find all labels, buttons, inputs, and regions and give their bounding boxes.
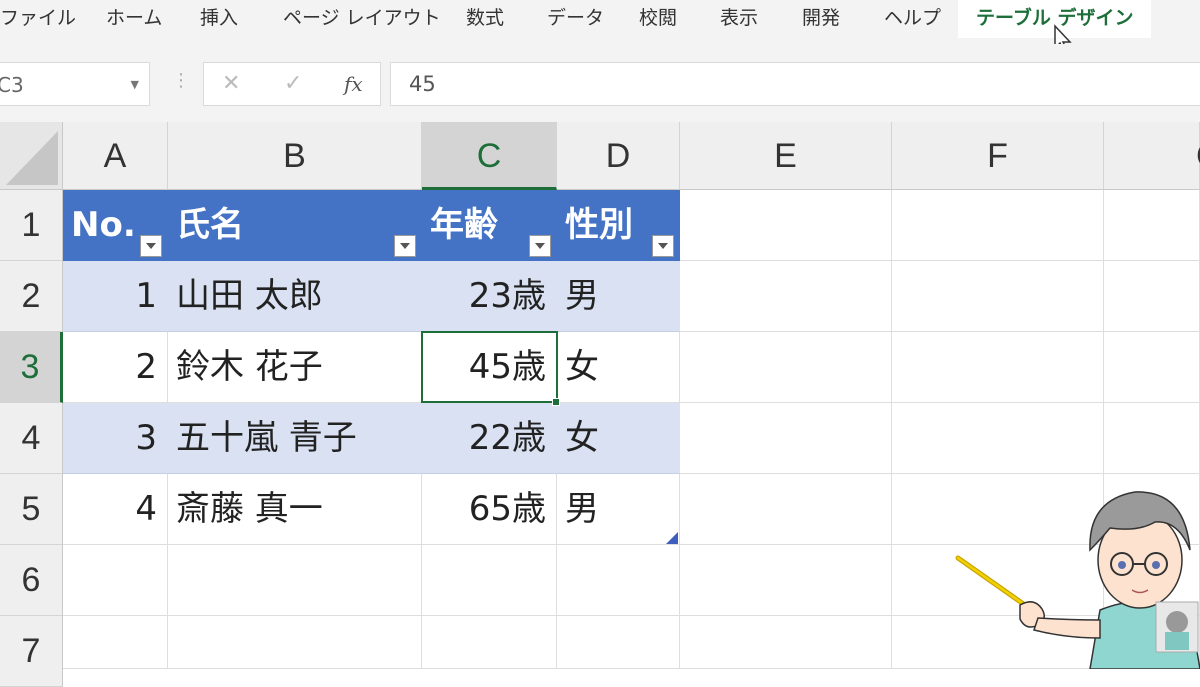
column-header-d[interactable]: D	[557, 122, 680, 190]
grid-cell[interactable]	[168, 616, 422, 669]
filter-dropdown-icon[interactable]	[529, 235, 551, 257]
table-cell-no[interactable]: 4	[63, 474, 168, 545]
row-header-5[interactable]: 5	[0, 474, 63, 545]
grid-cell[interactable]	[1104, 332, 1200, 403]
grid-cell[interactable]	[422, 545, 557, 616]
table-cell-gender[interactable]: 男	[557, 261, 680, 332]
column-header-e[interactable]: E	[680, 122, 892, 190]
tab-page-layout[interactable]: ページ レイアウト	[283, 0, 441, 38]
grid-cell[interactable]	[680, 545, 892, 616]
table-cell-no[interactable]: 2	[63, 332, 168, 403]
enter-icon[interactable]: ✓	[284, 71, 302, 96]
grid-cell[interactable]	[63, 545, 168, 616]
row-header-2[interactable]: 2	[0, 261, 63, 332]
name-box[interactable]: C3 ▼	[0, 62, 150, 106]
grid-cell[interactable]	[680, 190, 892, 261]
table-header-gender[interactable]: 性別	[557, 190, 680, 261]
name-box-value: C3	[0, 73, 24, 97]
tab-insert[interactable]: 挿入	[200, 0, 238, 38]
table-header-no[interactable]: No.	[63, 190, 168, 261]
table-cell-no[interactable]: 3	[63, 403, 168, 474]
tab-file[interactable]: ファイル	[0, 0, 76, 38]
tab-review[interactable]: 校閲	[639, 0, 677, 38]
filter-dropdown-icon[interactable]	[652, 235, 674, 257]
row-header-4[interactable]: 4	[0, 403, 63, 474]
table-cell-gender[interactable]: 男	[557, 474, 680, 545]
table-header-label: 氏名	[176, 205, 244, 245]
formula-buttons: ✕ ✓ fx	[203, 62, 381, 106]
filter-dropdown-icon[interactable]	[394, 235, 416, 257]
grid-cell[interactable]	[892, 190, 1104, 261]
table-header-age[interactable]: 年齢	[422, 190, 557, 261]
column-header-a[interactable]: A	[63, 122, 168, 190]
table-header-label: 年齢	[430, 205, 498, 245]
grid-cell[interactable]	[892, 261, 1104, 332]
table-cell-age[interactable]: 22歳	[422, 403, 557, 474]
column-header-c[interactable]: C	[422, 122, 557, 190]
active-cell-border	[421, 331, 558, 403]
grid-cell[interactable]	[892, 332, 1104, 403]
table-header-label: No.	[71, 205, 136, 245]
chevron-down-icon[interactable]: ▼	[131, 63, 139, 107]
grid-cell[interactable]	[557, 545, 680, 616]
table-cell-name[interactable]: 五十嵐 青子	[168, 403, 422, 474]
tab-help[interactable]: ヘルプ	[884, 0, 941, 38]
grid-cell[interactable]	[892, 403, 1104, 474]
row-header-3[interactable]: 3	[0, 332, 63, 403]
table-header-label: 性別	[565, 205, 633, 245]
table-cell-no[interactable]: 1	[63, 261, 168, 332]
grid-cell[interactable]	[1104, 190, 1200, 261]
grid-cell[interactable]	[1104, 403, 1200, 474]
grid-cell[interactable]	[680, 403, 892, 474]
presenter-character-illustration	[955, 491, 1200, 669]
filter-dropdown-icon[interactable]	[140, 235, 162, 257]
grid-cell[interactable]	[422, 616, 557, 669]
table-cell-gender[interactable]: 女	[557, 403, 680, 474]
table-cell-age[interactable]: 23歳	[422, 261, 557, 332]
ribbon-tab-bar: ファイル ホーム 挿入 ページ レイアウト 数式 データ 校閲 表示 開発 ヘル…	[0, 0, 1200, 45]
tab-view[interactable]: 表示	[720, 0, 758, 38]
grid-cell[interactable]	[168, 545, 422, 616]
table-header-name[interactable]: 氏名	[168, 190, 422, 261]
column-header-b[interactable]: B	[168, 122, 422, 190]
cancel-icon[interactable]: ✕	[222, 71, 240, 96]
vertical-dots-icon[interactable]: ⋮	[172, 70, 190, 91]
table-cell-age[interactable]: 65歳	[422, 474, 557, 545]
formula-input[interactable]: 45	[390, 62, 1200, 106]
column-header-f[interactable]: F	[892, 122, 1104, 190]
row-header-1[interactable]: 1	[0, 190, 63, 261]
select-all-corner[interactable]	[0, 122, 63, 190]
fill-handle[interactable]	[552, 398, 560, 406]
column-header-g[interactable]: G	[1104, 122, 1200, 190]
table-cell-gender[interactable]: 女	[557, 332, 680, 403]
grid-cell[interactable]	[557, 616, 680, 669]
row-header-6[interactable]: 6	[0, 545, 63, 616]
tab-formulas[interactable]: 数式	[466, 0, 504, 38]
tab-developer[interactable]: 開発	[802, 0, 840, 38]
grid-cell[interactable]	[63, 616, 168, 669]
tab-home[interactable]: ホーム	[106, 0, 162, 38]
table-cell-name[interactable]: 山田 太郎	[168, 261, 422, 332]
table-cell-name[interactable]: 鈴木 花子	[168, 332, 422, 403]
grid-cell[interactable]	[680, 261, 892, 332]
grid-cell[interactable]	[680, 332, 892, 403]
fx-icon[interactable]: fx	[344, 72, 363, 96]
grid-cell[interactable]	[680, 616, 892, 669]
table-cell-name[interactable]: 斎藤 真一	[168, 474, 422, 545]
row-header-7[interactable]: 7	[0, 616, 63, 687]
tab-data[interactable]: データ	[547, 0, 604, 38]
grid-cell[interactable]	[680, 474, 892, 545]
grid-cell[interactable]	[1104, 261, 1200, 332]
